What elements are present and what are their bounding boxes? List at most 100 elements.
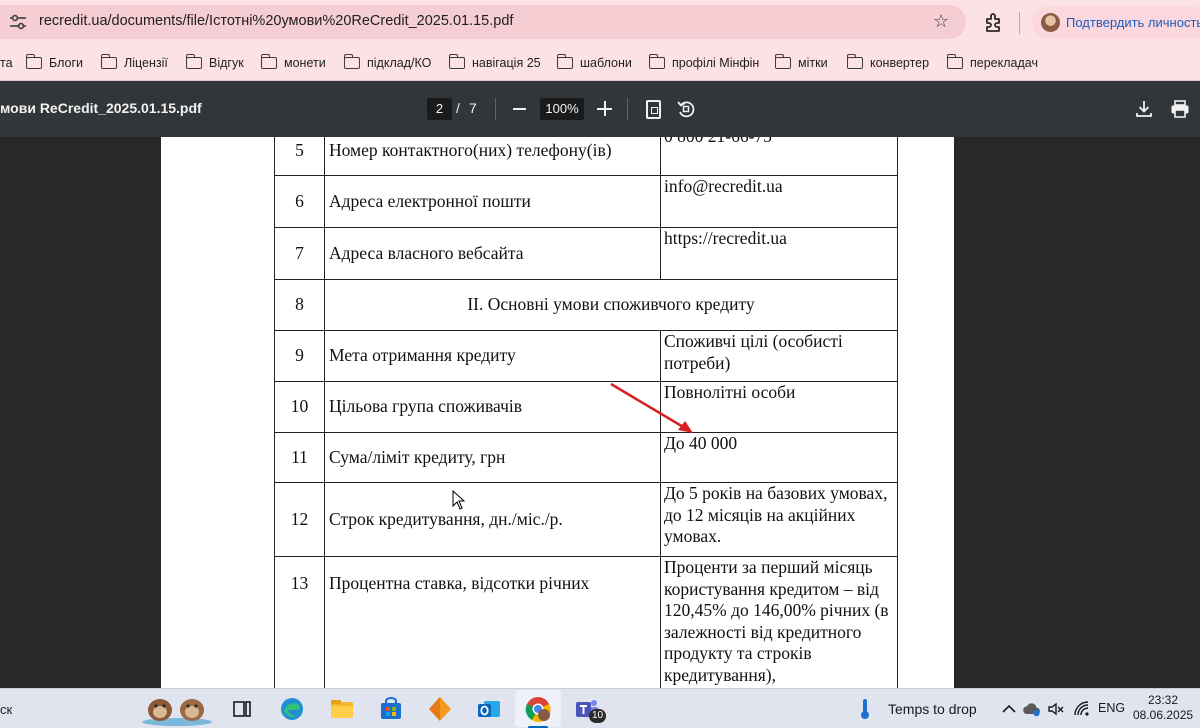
input-language[interactable]: ENG [1098,701,1125,715]
bookmark-folder[interactable]: Ліцензії [100,52,168,74]
zoom-out-icon[interactable] [513,108,526,110]
row-name: Адреса електронної пошти [324,175,661,228]
page-number-input[interactable]: 2 [427,98,452,120]
system-clock[interactable]: 23:32 08.06.2025 [1133,693,1193,723]
file-explorer-icon[interactable] [328,695,356,723]
fit-to-page-icon[interactable] [646,100,661,119]
folder-icon [185,54,202,69]
bookmark-folder[interactable]: шаблони [556,52,632,74]
weather-text[interactable]: Temps to drop [888,701,977,717]
bookmark-label: Ліцензії [124,56,168,70]
taskbar-search-text[interactable]: ск [0,702,12,717]
task-view-icon[interactable] [228,695,256,723]
pdf-title: мови ReCredit_2025.01.15.pdf [0,100,202,116]
section-row: 8 II. Основні умови споживчого кредиту [274,279,898,331]
row-number: 12 [274,482,325,557]
zoom-in-icon[interactable] [597,101,612,116]
download-icon[interactable] [1135,100,1153,118]
onedrive-sync-icon[interactable] [1023,700,1041,718]
row-number: 6 [274,175,325,228]
bookmark-label: Відгук [209,56,244,70]
row-name: Адреса власного вебсайта [324,227,661,280]
folder-icon [260,54,277,69]
folder-icon [774,54,791,69]
bookmarks-bar: та Блоги Ліцензії Відгук монети підклад/… [0,45,1200,81]
row-value: 0 800 21-66-75 [660,137,898,176]
row-number: 11 [274,432,325,483]
teams-notification-badge: 10 [589,709,607,723]
toolbar-divider [627,98,628,120]
row-name: Номер контактного(них) телефону(ів) [324,137,661,176]
volume-muted-icon[interactable] [1047,700,1065,718]
outlook-icon[interactable] [475,695,503,723]
bookmark-folder[interactable]: Відгук [185,52,244,74]
clock-date: 08.06.2025 [1133,708,1194,722]
omnibox[interactable]: recredit.ua/documents/file/Істотні%20умо… [0,5,966,39]
bookmark-label: та [0,56,13,70]
row-number: 9 [274,330,325,382]
folder-icon [448,54,465,69]
pdf-viewer[interactable]: 5 Номер контактного(них) телефону(ів) 0 … [0,137,1200,688]
row-value: Споживчі цілі (особисті потреби) [660,330,898,382]
row-number: 7 [274,227,325,280]
bookmark-folder[interactable]: мітки [774,52,828,74]
mouse-cursor-icon [452,490,466,510]
bookmark-label: мітки [798,56,828,70]
url-text[interactable]: recredit.ua/documents/file/Істотні%20умо… [39,13,513,29]
bookmark-folder[interactable]: монети [260,52,326,74]
bookmark-label: навігація 25 [472,56,541,70]
edge-icon[interactable] [278,695,306,723]
row-value: До 5 років на базових умовах, до 12 міся… [660,482,898,557]
app-icon-orange[interactable] [426,695,454,723]
row-name: Процентна ставка, відсотки річних [324,556,661,688]
microsoft-store-icon[interactable] [377,695,405,723]
folder-icon [556,54,573,69]
row-value: https://recredit.ua [660,227,898,280]
table-row: 6 Адреса електронної пошти info@recredit… [274,175,898,228]
bookmark-label: перекладач [970,56,1038,70]
toolbar-divider [495,98,496,120]
row-name: Сума/ліміт кредиту, грн [324,432,661,483]
site-settings-icon[interactable] [9,14,27,30]
bookmark-item[interactable]: та [0,52,13,74]
chevron-up-icon[interactable] [1000,700,1018,718]
bookmark-folder[interactable]: перекладач [946,52,1038,74]
row-name: Мета отримання кредиту [324,330,661,382]
row-number: 8 [274,279,325,331]
folder-icon [846,54,863,69]
bookmark-star-icon[interactable]: ☆ [933,11,949,32]
folder-icon [343,54,360,69]
search-highlight-otters-icon[interactable] [140,692,214,726]
bookmark-folder[interactable]: Блоги [25,52,83,74]
page-total: 7 [469,100,477,116]
chrome-icon[interactable] [524,695,552,723]
profile-button[interactable]: Подтвердить личность [1032,6,1200,39]
row-number: 13 [274,556,325,688]
row-name: Строк кредитування, дн./міс./р. [324,482,661,557]
extensions-icon[interactable] [983,11,1005,33]
bookmark-label: Блоги [49,56,83,70]
print-icon[interactable] [1170,100,1190,118]
rotate-icon[interactable] [676,99,696,119]
windows-taskbar: ск 10 Temps to drop ENG 23:32 08.06.2025 [0,688,1200,728]
table-row: 13 Процентна ставка, відсотки річних Про… [274,556,898,688]
thermometer-icon[interactable] [858,698,872,720]
row-number: 10 [274,381,325,433]
zoom-input[interactable]: 100% [540,98,584,120]
bookmark-folder[interactable]: конвертер [846,52,930,74]
clock-time: 23:32 [1147,693,1179,707]
bookmark-label: профілі Мінфін [672,56,760,70]
bookmark-folder[interactable]: навігація 25 [448,52,541,74]
row-value: До 40 000 [660,432,898,483]
bookmark-label: підклад/КО [367,56,432,70]
row-value: Проценти за перший місяць користування к… [660,556,898,688]
bookmark-folder[interactable]: профілі Мінфін [648,52,760,74]
folder-icon [648,54,665,69]
page-separator: / [456,100,460,116]
bookmark-label: конвертер [870,56,930,70]
bookmark-folder[interactable]: підклад/КО [343,52,432,74]
avatar [1041,13,1060,32]
section-heading: II. Основні умови споживчого кредиту [324,279,898,331]
browser-address-row: recredit.ua/documents/file/Істотні%20умо… [0,0,1200,45]
wifi-icon[interactable] [1073,700,1091,718]
